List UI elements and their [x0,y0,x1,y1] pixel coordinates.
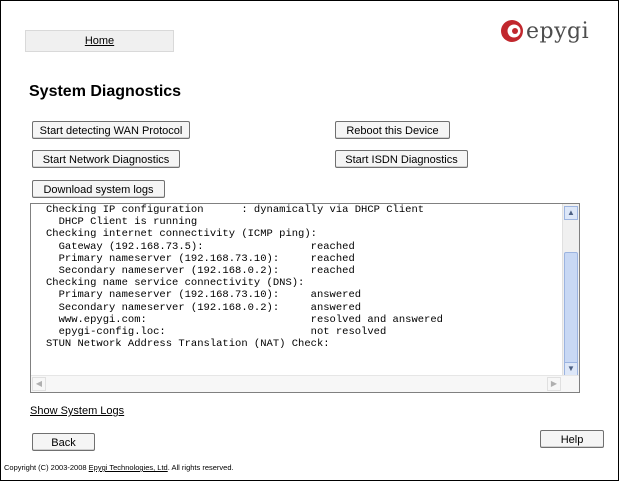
scrollbar-thumb[interactable] [564,252,578,364]
home-tab[interactable]: Home [25,30,174,52]
back-button[interactable]: Back [32,433,95,451]
epygi-logo: epygi [500,16,589,46]
start-isdn-diagnostics-button[interactable]: Start ISDN Diagnostics [335,150,468,168]
scroll-down-icon[interactable]: ▼ [564,362,578,376]
log-line: Checking name service connectivity (DNS)… [46,277,305,290]
horizontal-scrollbar[interactable]: ◀ ▶ [31,375,579,392]
log-line: Secondary nameserver (192.168.0.2): reac… [46,265,355,278]
log-line: www.epygi.com: resolved and answered [46,313,443,326]
log-line: epygi-config.loc: not resolved [46,326,387,339]
company-link[interactable]: Epygi Technologies, Ltd [89,463,168,472]
scroll-left-icon[interactable]: ◀ [32,377,46,391]
epygi-logo-icon [501,20,523,42]
show-system-logs-link[interactable]: Show System Logs [30,405,124,417]
footer-copyright: Copyright (C) 2003-2008 Epygi Technologi… [4,463,234,472]
log-line: Gateway (192.168.73.5): reached [46,240,355,253]
log-content: Checking IP configuration : dynamically … [46,204,443,350]
log-line: Checking internet connectivity (ICMP pin… [46,228,317,241]
scroll-up-icon[interactable]: ▲ [564,206,578,220]
footer-prefix: Copyright (C) 2003-2008 [4,463,89,472]
help-button[interactable]: Help [540,430,604,448]
page-title: System Diagnostics [29,83,182,100]
vertical-scrollbar[interactable]: ▲ ▼ [562,204,579,376]
start-network-diagnostics-button[interactable]: Start Network Diagnostics [32,150,180,168]
log-line: DHCP Client is running [46,216,198,229]
reboot-device-button[interactable]: Reboot this Device [335,121,450,139]
log-line: Primary nameserver (192.168.73.10): reac… [46,252,355,265]
log-line: Checking IP configuration : dynamically … [46,204,425,216]
footer-suffix: . All rights reserved. [167,463,234,472]
log-line: Secondary nameserver (192.168.0.2): answ… [46,301,362,314]
log-line: STUN Network Address Translation (NAT) C… [46,338,330,351]
logo-text: epygi [526,18,590,44]
log-line: Primary nameserver (192.168.73.10): answ… [46,289,362,302]
diagnostics-log-area[interactable]: Checking IP configuration : dynamically … [30,203,580,393]
start-wan-protocol-button[interactable]: Start detecting WAN Protocol [32,121,190,139]
scroll-right-icon[interactable]: ▶ [547,377,561,391]
download-system-logs-button[interactable]: Download system logs [32,180,165,198]
